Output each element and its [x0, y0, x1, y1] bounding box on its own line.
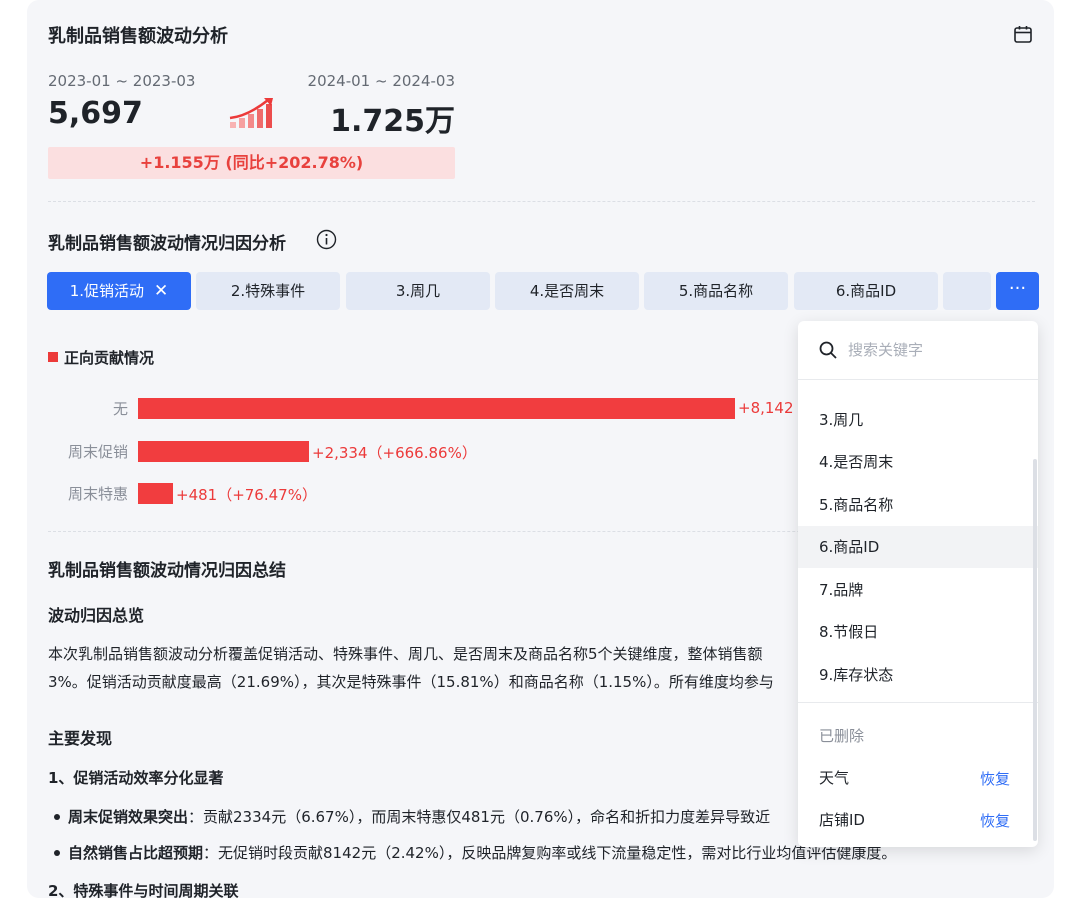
page-title: 乳制品销售额波动分析 — [48, 26, 228, 47]
tab-product-id[interactable]: 6.商品ID — [794, 272, 938, 310]
tab-label: 1.促销活动 — [69, 282, 145, 300]
bar-value: +481（+76.47%） — [176, 486, 317, 504]
summary-title: 乳制品销售额波动情况归因总结 — [48, 561, 286, 581]
search-icon — [819, 341, 837, 359]
dropdown-item[interactable]: 7.品牌 — [798, 569, 1038, 611]
bar-label: 无 — [112, 400, 128, 418]
tab-weekday[interactable]: 3.周几 — [346, 272, 490, 310]
tab-overflow[interactable] — [943, 272, 991, 310]
bullet-lead: 自然销售占比超预期 — [68, 844, 204, 862]
dropdown-scrollbar[interactable] — [1033, 459, 1037, 841]
bar-none — [138, 398, 735, 419]
divider — [48, 201, 1035, 202]
legend-label: 正向贡献情况 — [64, 349, 155, 367]
trend-up-icon — [229, 98, 273, 128]
bar-weekend-special — [138, 483, 173, 504]
search-input[interactable] — [848, 337, 1018, 363]
tab-is-weekend[interactable]: 4.是否周末 — [495, 272, 639, 310]
finding-title: 1、促销活动效率分化显著 — [48, 769, 224, 787]
calendar-icon[interactable] — [1013, 24, 1033, 44]
overview-line: 3%。促销活动贡献度最高（21.69%），其次是特殊事件（15.81%）和商品名… — [48, 673, 774, 691]
close-icon[interactable]: ✕ — [154, 281, 168, 301]
period-b-value: 1.725万 — [330, 104, 455, 139]
tab-special-event[interactable]: 2.特殊事件 — [196, 272, 340, 310]
finding-bullet: 自然销售占比超预期：无促销时段贡献8142元（2.42%），反映品牌复购率或线下… — [54, 842, 896, 863]
overview-title: 波动归因总览 — [48, 606, 145, 625]
deleted-group-label: 已删除 — [819, 727, 865, 745]
dropdown-item[interactable]: 9.库存状态 — [798, 654, 1038, 696]
delta-badge: +1.155万 (同比+202.78%) — [48, 147, 455, 179]
dropdown-item[interactable]: 5.商品名称 — [798, 484, 1038, 526]
period-a-value: 5,697 — [48, 96, 143, 131]
tab-product-name[interactable]: 5.商品名称 — [644, 272, 788, 310]
dropdown-search — [798, 321, 1038, 380]
legend-swatch — [48, 352, 58, 362]
overview-line: 本次乳制品销售额波动分析覆盖促销活动、特殊事件、周几、是否周末及商品名称5个关键… — [48, 645, 763, 663]
attribution-title: 乳制品销售额波动情况归因分析 — [48, 234, 286, 254]
dimension-dropdown: 3.周几 4.是否周末 5.商品名称 6.商品ID 7.品牌 8.节假日 9.库… — [798, 321, 1038, 847]
more-tabs-button[interactable]: ··· — [996, 272, 1039, 310]
bar-label: 周末特惠 — [67, 485, 128, 503]
bullet-text: ：贡献2334元（6.67%），而周末特惠仅481元（0.76%），命名和折扣力… — [188, 808, 771, 826]
restore-button[interactable]: 恢复 — [980, 768, 1010, 789]
bullet-text: ：无促销时段贡献8142元（2.42%），反映品牌复购率或线下流量稳定性，需对比… — [203, 844, 897, 862]
tab-promotion[interactable]: 1.促销活动 ✕ — [47, 272, 191, 310]
restore-button[interactable]: 恢复 — [980, 810, 1010, 831]
dropdown-item[interactable]: 3.周几 — [798, 399, 1038, 441]
dropdown-item[interactable]: 8.节假日 — [798, 611, 1038, 653]
info-icon[interactable] — [316, 229, 337, 250]
findings-title: 主要发现 — [48, 729, 113, 748]
finding-bullet: 周末促销效果突出：贡献2334元（6.67%），而周末特惠仅481元（0.76%… — [54, 806, 798, 827]
period-a-label: 2023-01 ~ 2023-03 — [48, 72, 196, 90]
dropdown-item[interactable]: 4.是否周末 — [798, 441, 1038, 483]
chart-legend: 正向贡献情况 — [48, 347, 154, 368]
period-b-label: 2024-01 ~ 2024-03 — [307, 72, 455, 90]
bar-value: +8,142 — [738, 399, 794, 417]
bar-weekend-promo — [138, 441, 309, 462]
dropdown-item[interactable]: 6.商品ID — [798, 526, 1038, 568]
bullet-lead: 周末促销效果突出 — [68, 808, 189, 826]
bar-label: 周末促销 — [67, 443, 128, 461]
bar-value: +2,334（+666.86%） — [312, 444, 477, 462]
dropdown-divider — [798, 702, 1038, 703]
